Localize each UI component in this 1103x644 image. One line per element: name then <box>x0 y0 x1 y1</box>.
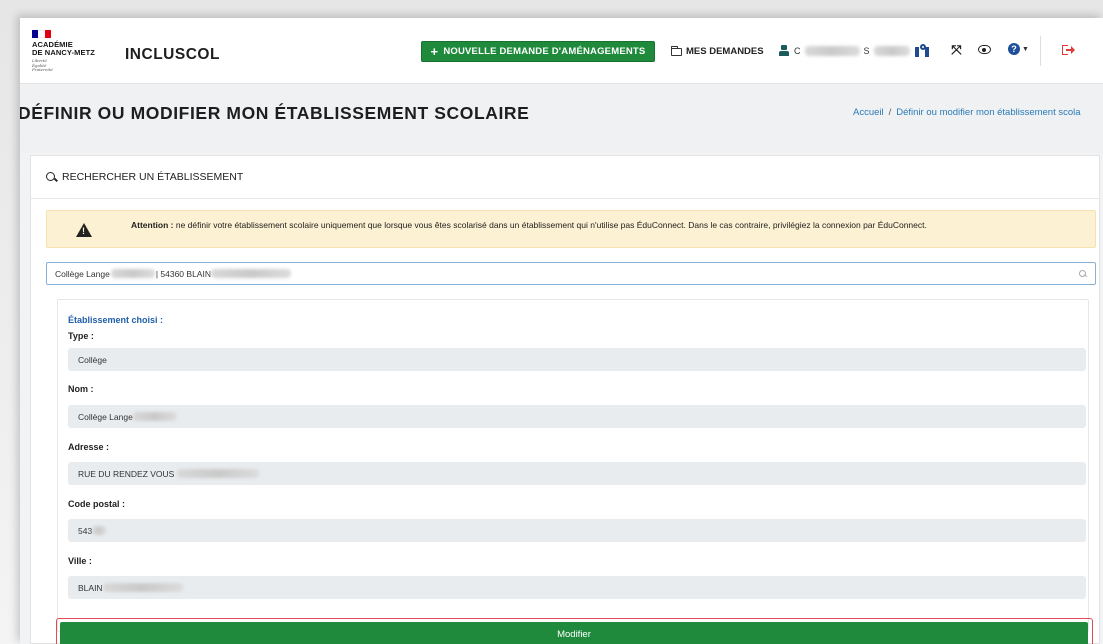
city-field: BLAIN <box>68 576 1086 599</box>
warning-icon: ! <box>76 223 92 237</box>
redacted-name <box>132 412 177 421</box>
fullscreen-icon[interactable]: ⤧ <box>951 43 962 56</box>
search-icon[interactable] <box>1079 270 1087 278</box>
page-title: DÉFINIR OU MODIFIER MON ÉTABLISSEMENT SC… <box>20 103 530 123</box>
breadcrumb: Accueil / Définir ou modifier mon établiss… <box>853 107 1081 118</box>
postal-code-label: Code postal : <box>68 499 126 509</box>
name-field: Collège Lange <box>68 405 1086 428</box>
postal-code-field: 543 <box>68 519 1086 542</box>
chosen-school-panel: Établissement choisi : Type : Collège No… <box>57 299 1089 632</box>
redacted-postal-code <box>92 526 107 535</box>
address-label: Adresse : <box>68 442 110 452</box>
academy-name: ACADÉMIE DE NANCY-METZ <box>32 40 95 57</box>
redacted-school-name <box>110 269 155 278</box>
alert-strong: Attention : <box>131 220 174 230</box>
card-header: RECHERCHER UN ÉTABLISSEMENT <box>31 156 1099 199</box>
breadcrumb-current: Définir ou modifier mon établissement sc… <box>896 107 1081 118</box>
redacted-address <box>177 469 260 478</box>
chevron-down-icon: ▼ <box>1022 45 1029 53</box>
address-field: RUE DU RENDEZ VOUS <box>68 462 1086 485</box>
card-title: RECHERCHER UN ÉTABLISSEMENT <box>62 171 244 183</box>
academy-logo[interactable]: ACADÉMIE DE NANCY-METZ Liberté Égalité F… <box>32 30 112 74</box>
top-navbar: ACADÉMIE DE NANCY-METZ Liberté Égalité F… <box>20 18 1103 84</box>
redacted-city-name <box>102 583 183 592</box>
alert-text: Attention : ne définir votre établisseme… <box>131 220 927 230</box>
redacted-city <box>210 269 291 278</box>
user-first-initial: C <box>794 46 801 56</box>
my-requests-link[interactable]: MES DEMANDES <box>671 45 764 57</box>
user-menu[interactable]: C S <box>778 42 910 60</box>
app-brand[interactable]: INCLUSCOL <box>125 46 220 64</box>
name-value: Collège Lange <box>78 411 133 422</box>
new-request-label: NOUVELLE DEMANDE D'AMÉNAGEMENTS <box>443 46 646 57</box>
search-icon <box>46 171 57 183</box>
search-card: RECHERCHER UN ÉTABLISSEMENT ! Attention … <box>30 155 1100 644</box>
my-requests-label: MES DEMANDES <box>686 46 764 57</box>
search-value-start: Collège Lange <box>55 268 110 279</box>
address-value: RUE DU RENDEZ VOUS <box>78 468 175 479</box>
search-value-end: | 54360 BLAIN <box>155 268 211 279</box>
name-label: Nom : <box>68 384 94 394</box>
french-flag-icon <box>32 30 51 38</box>
new-request-button[interactable]: + NOUVELLE DEMANDE D'AMÉNAGEMENTS <box>421 41 655 62</box>
user-icon <box>778 45 790 57</box>
header-divider <box>1040 36 1041 66</box>
breadcrumb-separator: / <box>888 107 892 118</box>
alert-body: ne définir votre établissement scolaire … <box>173 220 927 230</box>
city-value: BLAIN <box>78 582 103 593</box>
modify-highlight: Modifier <box>56 618 1093 644</box>
city-label: Ville : <box>68 556 92 566</box>
school-search-input[interactable]: Collège Lange | 54360 BLAIN <box>46 262 1096 285</box>
plus-icon: + <box>430 43 439 59</box>
folder-icon <box>671 45 682 56</box>
type-value: Collège <box>78 354 107 365</box>
modify-button[interactable]: Modifier <box>60 622 1088 644</box>
page-header: DÉFINIR OU MODIFIER MON ÉTABLISSEMENT SC… <box>20 85 1103 153</box>
warning-alert: ! Attention : ne définir votre établisse… <box>46 210 1096 248</box>
chosen-school-title: Établissement choisi : <box>68 315 164 325</box>
type-label: Type : <box>68 331 94 341</box>
redacted-user-name <box>804 46 860 56</box>
user-last-initial: S <box>863 46 870 56</box>
redacted-user-surname <box>873 46 910 56</box>
republic-motto: Liberté Égalité Fraternité <box>32 58 53 72</box>
eye-icon[interactable] <box>978 45 991 54</box>
help-menu[interactable]: ? ▼ <box>1008 43 1029 55</box>
logout-icon[interactable] <box>1062 44 1075 56</box>
breadcrumb-home[interactable]: Accueil <box>853 107 884 118</box>
help-icon: ? <box>1008 43 1020 55</box>
postal-code-value: 543 <box>78 525 93 536</box>
app-window: ACADÉMIE DE NANCY-METZ Liberté Égalité F… <box>20 18 1103 644</box>
map-icon[interactable] <box>915 44 930 57</box>
type-field: Collège <box>68 348 1086 371</box>
